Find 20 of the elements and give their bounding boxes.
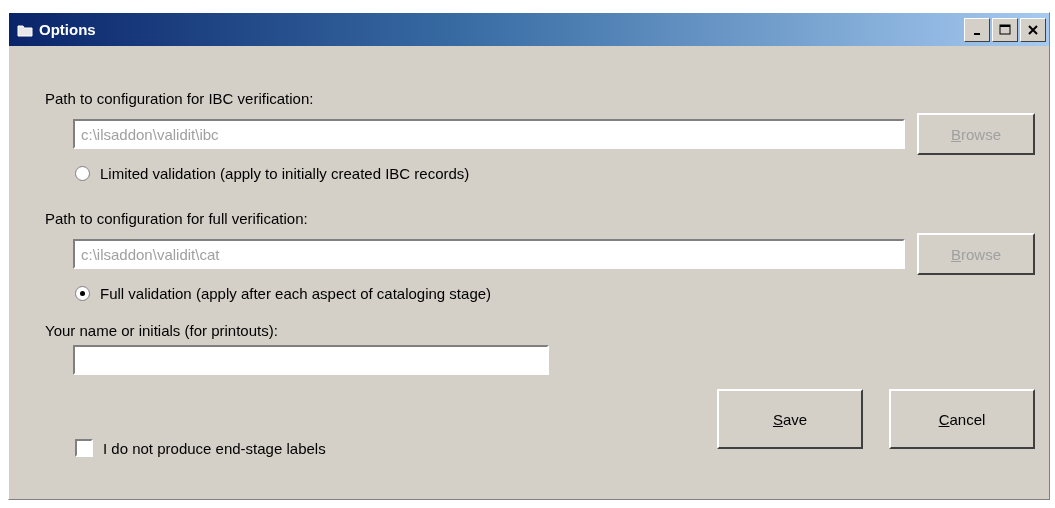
maximize-icon: [999, 23, 1011, 36]
close-icon: [1027, 23, 1039, 36]
radio-label: Full validation (apply after each aspect of cataloging stage): [100, 285, 492, 302]
cancel-button[interactable]: Cancel: [889, 389, 1035, 449]
radio-button[interactable]: [75, 286, 90, 301]
field-label: Your name or initials (for printouts):: [45, 322, 278, 339]
minimize-button[interactable]: [964, 17, 990, 42]
maximize-button[interactable]: [992, 17, 1018, 42]
minimize-icon: [974, 32, 980, 35]
checkbox-label: I do not produce end-stage labels: [103, 439, 326, 457]
folder-icon: [17, 22, 33, 37]
close-button[interactable]: [1020, 17, 1046, 42]
save-button[interactable]: Save: [717, 389, 863, 449]
checkbox[interactable]: [75, 439, 93, 457]
radio-button[interactable]: [75, 166, 90, 181]
window-title: Options: [39, 21, 97, 38]
name-field[interactable]: [73, 345, 549, 375]
field-label: Path to configuration for IBC verification:: [45, 90, 314, 107]
field-label: Path to configuration for full verification:: [45, 210, 308, 227]
radio-label: Limited validation (apply to initially created IBC records): [100, 165, 470, 182]
